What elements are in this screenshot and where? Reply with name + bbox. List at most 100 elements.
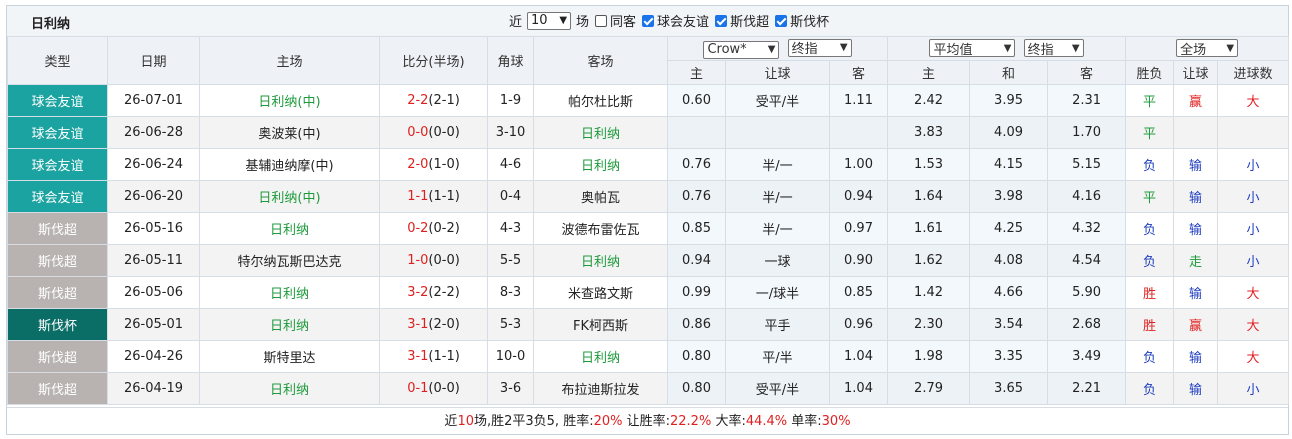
- away-team-cell-text: 日利纳: [580, 127, 620, 142]
- result-cell: 负: [1125, 372, 1175, 405]
- home-team-cell[interactable]: 日利纳: [199, 308, 380, 341]
- handicap-line-text: 一球: [764, 255, 791, 270]
- away-team-cell[interactable]: 日利纳: [533, 340, 668, 373]
- competition-cell[interactable]: 球会友谊: [7, 84, 108, 117]
- corners-cell-text: 5-3: [499, 317, 522, 332]
- home-team-cell[interactable]: 日利纳(中): [199, 180, 380, 213]
- away-team-cell[interactable]: 布拉迪斯拉发: [533, 372, 668, 405]
- handicap-result-cell: 走: [1173, 244, 1219, 277]
- friendly-checkbox[interactable]: [642, 14, 655, 27]
- handicap-line-text: 半/一: [762, 191, 793, 206]
- away-team-cell[interactable]: 帕尔杜比斯: [533, 84, 668, 117]
- result-cell: 负: [1125, 212, 1175, 245]
- score-cell: 2-0(1-0): [379, 148, 488, 181]
- chevron-down-icon: ▼: [839, 42, 848, 53]
- handicap-home-odds: 0.80: [667, 340, 726, 373]
- goals-result-cell: [1217, 116, 1290, 149]
- away-team-cell[interactable]: 奥帕瓦: [533, 180, 668, 213]
- europe-home-odds-text: 1.62: [914, 253, 943, 268]
- europe-away-odds-text: 5.90: [1072, 285, 1102, 300]
- europe-home-odds: 2.79: [887, 372, 971, 405]
- col-corners: 角球: [487, 36, 534, 85]
- competition-cell-text: 斯伐超: [37, 383, 77, 398]
- home-team-cell-text: 日利纳: [269, 287, 309, 302]
- date-cell: 26-05-16: [107, 212, 200, 245]
- away-team-cell[interactable]: 日利纳: [533, 116, 668, 149]
- europe-home-odds-text: 2.42: [914, 93, 943, 108]
- date-cell-text: 26-05-06: [123, 285, 183, 300]
- home-team-cell[interactable]: 日利纳: [199, 372, 380, 405]
- half-time-score: (2-0): [428, 317, 460, 332]
- full-time-score: 3-1: [407, 317, 429, 332]
- away-team-cell[interactable]: FK柯西斯: [533, 308, 668, 341]
- handicap-away-odds: 1.11: [828, 84, 889, 117]
- competition-cell[interactable]: 球会友谊: [7, 148, 108, 181]
- europe-draw-odds: 3.35: [969, 340, 1049, 373]
- competition-cell[interactable]: 斯伐超: [7, 244, 108, 277]
- company-select[interactable]: Crow* ▼: [703, 40, 780, 59]
- home-team-cell[interactable]: 奥波莱(中): [199, 116, 380, 149]
- handicap-result-cell: 输: [1173, 148, 1219, 181]
- table-row: 斯伐超 26-04-19 日利纳 0-1(0-0) 3-6 布拉迪斯拉发 0.80 受平/半 1…: [7, 372, 1290, 405]
- corners-cell-text: 5-5: [499, 253, 522, 268]
- competition-cell[interactable]: 斯伐杯: [7, 308, 108, 341]
- europe-type-select[interactable]: 终指 ▼: [1023, 39, 1084, 58]
- goals-result-cell: 小: [1217, 180, 1290, 213]
- handicap-away-odds: 1.04: [828, 340, 889, 373]
- handicap-result-cell-text: 输: [1189, 287, 1203, 302]
- scope-select[interactable]: 全场 ▼: [1176, 39, 1239, 58]
- home-team-cell[interactable]: 日利纳: [199, 212, 380, 245]
- home-team-cell[interactable]: 斯特里达: [199, 340, 380, 373]
- near-label: 近: [509, 15, 523, 30]
- handicap-home-odds-text: 0.94: [682, 253, 711, 268]
- competition-cell[interactable]: 球会友谊: [7, 116, 108, 149]
- competition-cell[interactable]: 球会友谊: [7, 180, 108, 213]
- away-team-cell-text: 帕尔杜比斯: [567, 95, 633, 110]
- away-team-cell[interactable]: 米查路文斯: [533, 276, 668, 309]
- goals-result-cell: 大: [1217, 340, 1290, 373]
- home-team-cell-text: 日利纳: [269, 383, 309, 398]
- home-team-cell[interactable]: 日利纳: [199, 276, 380, 309]
- date-cell: 26-04-19: [107, 372, 200, 405]
- col-handicap-result: 让球: [1173, 60, 1219, 85]
- competition-cell[interactable]: 斯伐超: [7, 340, 108, 373]
- handicap-type-select[interactable]: 终指 ▼: [787, 38, 852, 57]
- team-title: 日利纳: [31, 17, 71, 32]
- away-team-cell[interactable]: 日利纳: [533, 148, 668, 181]
- home-team-cell[interactable]: 特尔纳瓦斯巴达克: [199, 244, 380, 277]
- home-team-cell[interactable]: 基辅迪纳摩(中): [199, 148, 380, 181]
- away-team-cell[interactable]: 波德布雷佐瓦: [533, 212, 668, 245]
- matches-table: 类型 日期 主场 比分(半场) 角球 客场 Crow* ▼ 终指 ▼ 平均值 ▼ 终指…: [7, 36, 1290, 405]
- europe-group-header: 平均值 ▼ 终指 ▼: [887, 36, 1127, 61]
- handicap-line-text: 平手: [764, 319, 791, 334]
- result-cell: 负: [1125, 148, 1175, 181]
- handicap-result-cell: 输: [1173, 180, 1219, 213]
- match-count-select[interactable]: 10 ▼: [527, 11, 572, 30]
- result-cell-text: 负: [1143, 223, 1157, 238]
- away-team-cell-text: 日利纳: [580, 351, 620, 366]
- competition-cell[interactable]: 斯伐超: [7, 276, 108, 309]
- chevron-down-icon: ▼: [1071, 42, 1080, 54]
- corners-cell: 10-0: [487, 340, 534, 373]
- away-team-cell[interactable]: 日利纳: [533, 244, 668, 277]
- average-select[interactable]: 平均值 ▼: [929, 39, 1016, 58]
- handicap-away-odds: 0.96: [828, 308, 889, 341]
- summary-hc-rate: 22.2%: [670, 414, 712, 429]
- result-cell: 负: [1125, 340, 1175, 373]
- europe-draw-odds-text: 3.54: [994, 317, 1023, 332]
- date-cell: 26-06-28: [107, 116, 200, 149]
- home-team-cell[interactable]: 日利纳(中): [199, 84, 380, 117]
- corners-cell: 4-3: [487, 212, 534, 245]
- europe-away-odds: 2.31: [1047, 84, 1127, 117]
- competition-cell[interactable]: 斯伐超: [7, 372, 108, 405]
- goals-result-cell-text: 大: [1246, 95, 1260, 110]
- competition-cell[interactable]: 斯伐超: [7, 212, 108, 245]
- league-checkbox[interactable]: [715, 14, 728, 27]
- handicap-away-odds: 0.85: [828, 276, 889, 309]
- same-venue-checkbox[interactable]: [595, 14, 608, 27]
- europe-draw-odds-text: 3.95: [994, 93, 1023, 108]
- handicap-home-odds-text: 0.86: [682, 317, 711, 332]
- score-cell: 0-2(0-2): [379, 212, 488, 245]
- cup-checkbox[interactable]: [775, 14, 788, 27]
- europe-home-odds: 2.42: [887, 84, 971, 117]
